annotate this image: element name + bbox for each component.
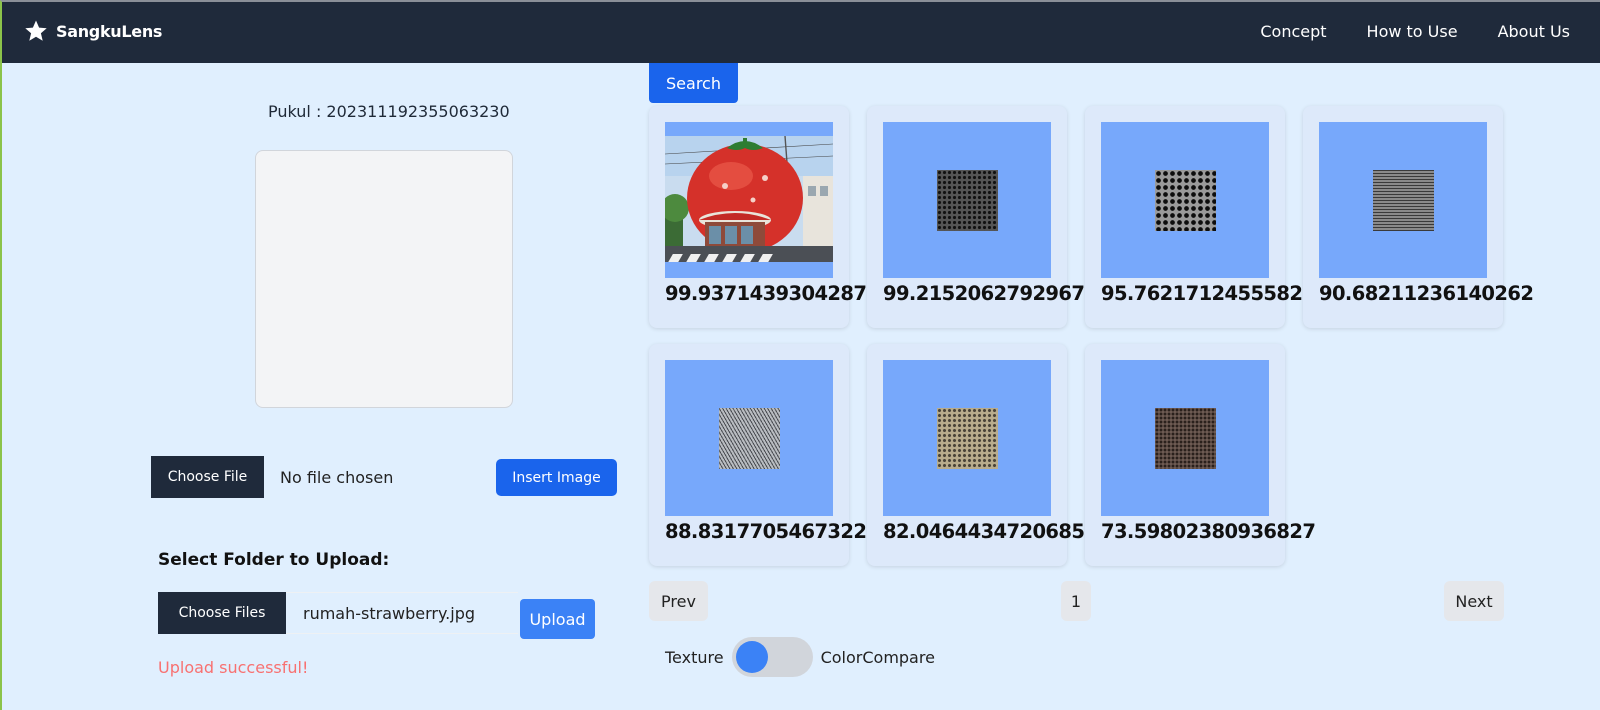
page-number-button[interactable]: 1 [1061,581,1091,621]
nav-links: Concept How to Use About Us [1220,22,1570,41]
result-image [883,360,1051,516]
brown-perforated-metal-texture [1155,408,1216,469]
brand-name: SangkuLens [56,21,163,41]
similarity-score: 99.9371439304287 [665,282,867,305]
slotted-metal-texture [1373,170,1434,231]
toggle-knob[interactable] [735,641,768,673]
result-card[interactable]: 95.76217124555826 [1085,106,1316,328]
result-card[interactable]: 99.21520627929678 [867,106,1098,328]
similarity-score: 95.76217124555826 [1101,282,1316,305]
selected-filename: rumah-strawberry.jpg [303,603,476,623]
woven-metal-texture [719,408,780,469]
choose-file-button[interactable]: Choose File [151,456,264,498]
similarity-score: 99.21520627929678 [883,282,1098,305]
result-image [665,360,833,516]
texture-label: Texture [665,647,724,667]
insert-image-button[interactable]: Insert Image [496,459,617,496]
result-image [1319,122,1487,278]
nav-how-to-use[interactable]: How to Use [1367,22,1458,41]
mode-toggle-switch[interactable] [731,637,813,677]
upload-status-message: Upload successful! [158,658,309,677]
choose-files-button[interactable]: Choose Files [158,592,286,634]
search-button[interactable]: Search [649,63,738,103]
upload-button[interactable]: Upload [520,599,595,639]
similarity-score: 82.04644347206855 [883,520,1098,543]
nav-about-us[interactable]: About Us [1498,22,1570,41]
result-card[interactable]: 90.68211236140262 [1303,106,1534,328]
file-status: No file chosen [280,467,394,487]
colorcompare-label: ColorCompare [820,647,935,667]
file-input-row: Choose File No file chosen [151,456,393,498]
result-image [665,122,833,278]
nav-concept[interactable]: Concept [1260,22,1326,41]
strawberry-house-photo [665,136,833,262]
timestamp-label: Pukul : 202311192355063230 [268,102,510,121]
dark-perforated-metal-texture [937,170,998,231]
navbar: SangkuLens Concept How to Use About Us [2,2,1600,63]
result-card[interactable]: 73.59802380936827 [1085,344,1316,566]
result-card[interactable]: 88.83177054673224 [649,344,880,566]
folder-upload-heading: Select Folder to Upload: [158,550,390,570]
similarity-score: 73.59802380936827 [1101,520,1316,543]
star-icon [25,20,47,41]
mode-toggle-row: Texture ColorCompare [665,637,935,677]
result-image [883,122,1051,278]
result-card[interactable]: 99.9371439304287 [649,106,867,328]
brand[interactable]: SangkuLens [24,19,162,43]
beige-perforated-metal-texture [937,408,998,469]
prev-button[interactable]: Prev [649,581,708,621]
result-image [1101,122,1269,278]
next-button[interactable]: Next [1444,581,1504,621]
image-preview [255,150,513,408]
result-image [1101,360,1269,516]
folder-input-row: Choose Files rumah-strawberry.jpg [158,592,518,634]
result-card[interactable]: 82.04644347206855 [867,344,1098,566]
similarity-score: 88.83177054673224 [665,520,880,543]
similarity-score: 90.68211236140262 [1319,282,1534,305]
large-hole-perforated-metal-texture [1155,170,1216,231]
